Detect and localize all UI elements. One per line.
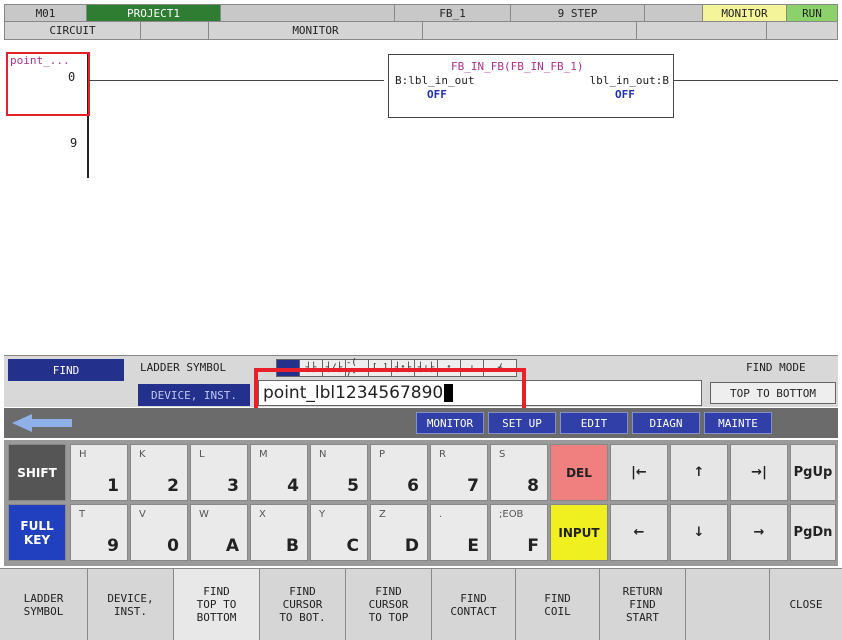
page-down-key[interactable]: PgDn xyxy=(790,504,836,561)
view-empty-3 xyxy=(637,22,767,39)
status-monitor: MONITOR xyxy=(703,5,787,21)
fkey-device-inst[interactable]: DEVICE, INST. xyxy=(88,568,174,640)
status-empty-2 xyxy=(645,5,703,21)
find-label: FIND xyxy=(8,359,124,381)
find-panel: FIND LADDER SYMBOL ┤├ ┤/├ -( )- [ ] ┤↑├ … xyxy=(4,355,838,407)
fkey-return-find-start[interactable]: RETURN FIND START xyxy=(600,568,686,640)
key-e[interactable]: .E xyxy=(430,504,488,561)
view-bar: CIRCUIT MONITOR xyxy=(4,22,838,40)
key-3[interactable]: L3 xyxy=(190,444,248,501)
key-d[interactable]: ZD xyxy=(370,504,428,561)
tab-mainte[interactable]: MAINTE xyxy=(704,412,772,434)
symbol-button-coil[interactable]: -( )- xyxy=(345,358,369,378)
key-0[interactable]: V0 xyxy=(130,504,188,561)
ladder-area[interactable]: point_... 0 9 FB_IN_FB(FB_IN_FB_1) B:lbl… xyxy=(4,40,838,352)
fb-right-state: OFF xyxy=(615,88,635,101)
step-number-0: 0 xyxy=(68,70,76,84)
view-empty-1 xyxy=(141,22,209,39)
ladder-symbol-toolbar: ┤├ ┤/├ -( )- [ ] ┤↑├ ┤↓├ ↑ ↓ ⌿ xyxy=(276,358,517,378)
fkey-close[interactable]: CLOSE xyxy=(770,568,842,640)
symbol-button-falling[interactable]: ┤↓├ xyxy=(414,359,438,377)
status-machine: M01 xyxy=(5,5,87,21)
status-run: RUN xyxy=(787,5,837,21)
fkey-ladder-symbol[interactable]: LADDER SYMBOL xyxy=(0,568,88,640)
key-1[interactable]: H1 xyxy=(70,444,128,501)
fkey-find-cursor-to-bot[interactable]: FIND CURSOR TO BOT. xyxy=(260,568,346,640)
fkey-find-contact[interactable]: FIND CONTACT xyxy=(432,568,516,640)
ladder-symbol-label: LADDER SYMBOL xyxy=(140,361,227,374)
symbol-button-rising[interactable]: ┤↑├ xyxy=(391,359,415,377)
symbol-button-instruction[interactable]: [ ] xyxy=(368,359,392,377)
text-cursor xyxy=(444,384,454,402)
key-2[interactable]: K2 xyxy=(130,444,188,501)
device-label: point_... xyxy=(10,54,70,67)
rung-line-left xyxy=(89,80,384,81)
key-5[interactable]: N5 xyxy=(310,444,368,501)
full-key-button[interactable]: FULL KEY xyxy=(8,504,66,561)
tab-diagn[interactable]: DIAGN xyxy=(632,412,700,434)
status-project: PROJECT1 xyxy=(87,5,221,21)
key-c[interactable]: YC xyxy=(310,504,368,561)
del-key[interactable]: DEL xyxy=(550,444,608,501)
key-9[interactable]: T9 xyxy=(70,504,128,561)
symbol-button-selected[interactable] xyxy=(276,359,300,377)
key-8[interactable]: S8 xyxy=(490,444,548,501)
left-arrow-key[interactable]: ← xyxy=(610,504,668,561)
key-7[interactable]: R7 xyxy=(430,444,488,501)
fkey-find-cursor-to-top[interactable]: FIND CURSOR TO TOP xyxy=(346,568,432,640)
fkey-empty[interactable] xyxy=(686,568,770,640)
find-mode-value[interactable]: TOP TO BOTTOM xyxy=(710,382,836,404)
symbol-button-nc-contact[interactable]: ┤/├ xyxy=(322,359,346,377)
view-empty-4 xyxy=(767,22,837,39)
fb-left-state: OFF xyxy=(427,88,447,101)
symbol-button-up[interactable]: ↑ xyxy=(437,359,461,377)
right-arrow-key[interactable]: → xyxy=(730,504,788,561)
key-b[interactable]: XB xyxy=(250,504,308,561)
status-empty-1 xyxy=(221,5,395,21)
keypad: SHIFT FULL KEY H1 K2 L3 M4 N5 P6 R7 S8 T… xyxy=(4,440,838,566)
home-key[interactable]: |← xyxy=(610,444,668,501)
status-steps: 9 STEP xyxy=(511,5,645,21)
view-monitor: MONITOR xyxy=(209,22,423,39)
step-number-9: 9 xyxy=(70,136,78,150)
find-mode-label: FIND MODE xyxy=(746,361,806,374)
rung-line-right xyxy=(670,80,838,81)
find-input-text: point_lbl1234567890 xyxy=(263,383,444,403)
symbol-button-no-contact[interactable]: ┤├ xyxy=(299,359,323,377)
fb-title: FB_IN_FB(FB_IN_FB_1) xyxy=(451,60,584,73)
up-arrow-key[interactable]: ↑ xyxy=(670,444,728,501)
mode-bar: MONITOR SET UP EDIT DIAGN MAINTE xyxy=(4,408,838,438)
fb-right-pin: lbl_in_out:B xyxy=(589,74,669,87)
back-arrow-icon[interactable] xyxy=(12,414,72,432)
function-block[interactable]: FB_IN_FB(FB_IN_FB_1) B:lbl_in_out lbl_in… xyxy=(388,54,674,118)
status-bar: M01 PROJECT1 FB_1 9 STEP MONITOR RUN xyxy=(4,4,838,22)
fb-left-pin: B:lbl_in_out xyxy=(395,74,475,87)
find-input[interactable]: point_lbl1234567890 xyxy=(258,380,702,406)
view-empty-2 xyxy=(423,22,637,39)
key-f[interactable]: ;EOB F xyxy=(490,504,548,561)
symbol-button-invert[interactable]: ⌿ xyxy=(483,359,517,377)
input-key[interactable]: INPUT xyxy=(550,504,608,561)
tab-monitor[interactable]: MONITOR xyxy=(416,412,484,434)
down-arrow-key[interactable]: ↓ xyxy=(670,504,728,561)
fkey-find-top-to-bottom[interactable]: FIND TOP TO BOTTOM xyxy=(174,568,260,640)
page-up-key[interactable]: PgUp xyxy=(790,444,836,501)
key-6[interactable]: P6 xyxy=(370,444,428,501)
status-program: FB_1 xyxy=(395,5,511,21)
function-key-bar: LADDER SYMBOL DEVICE, INST. FIND TOP TO … xyxy=(0,568,842,640)
key-a[interactable]: WA xyxy=(190,504,248,561)
shift-key[interactable]: SHIFT xyxy=(8,444,66,501)
key-4[interactable]: M4 xyxy=(250,444,308,501)
device-inst-label: DEVICE, INST. xyxy=(138,384,250,406)
symbol-button-down[interactable]: ↓ xyxy=(460,359,484,377)
fkey-find-coil[interactable]: FIND COIL xyxy=(516,568,600,640)
tab-edit[interactable]: EDIT xyxy=(560,412,628,434)
tab-setup[interactable]: SET UP xyxy=(488,412,556,434)
view-circuit: CIRCUIT xyxy=(5,22,141,39)
end-key[interactable]: →| xyxy=(730,444,788,501)
